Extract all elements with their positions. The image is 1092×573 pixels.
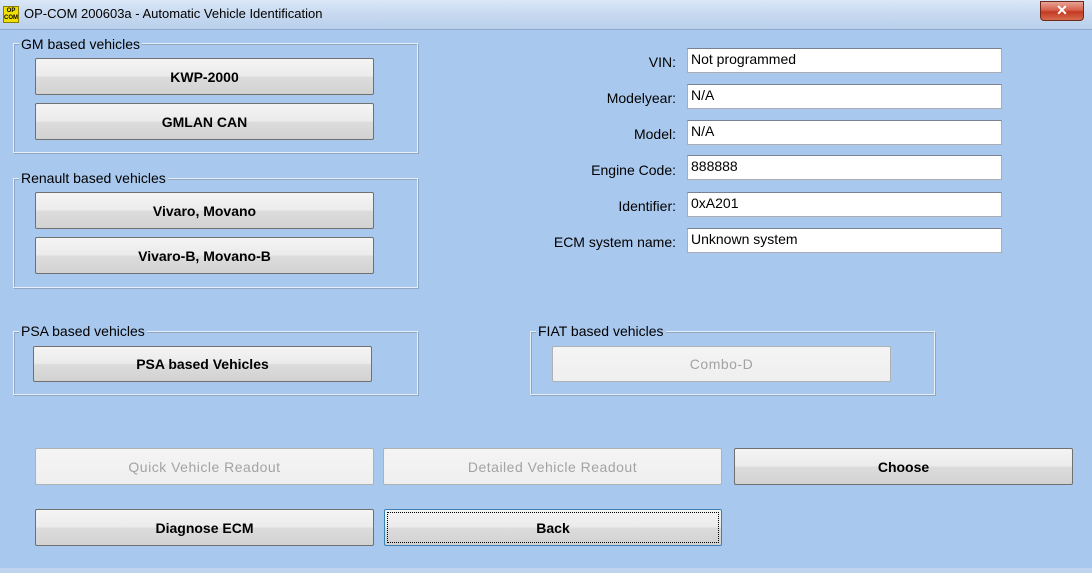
app-icon: OP COM — [3, 6, 19, 23]
vivaro-movano-button[interactable]: Vivaro, Movano — [35, 192, 374, 229]
psa-group-label: PSA based vehicles — [19, 323, 147, 339]
close-button[interactable]: ✕ — [1040, 1, 1084, 21]
window-title: OP-COM 200603a - Automatic Vehicle Ident… — [24, 6, 323, 21]
diagnose-ecm-button[interactable]: Diagnose ECM — [35, 509, 374, 546]
identifier-label: Identifier: — [618, 198, 676, 214]
detailed-vehicle-readout-button[interactable]: Detailed Vehicle Readout — [383, 448, 722, 485]
kwp2000-button-label: KWP-2000 — [170, 68, 239, 85]
ecm-system-name-label: ECM system name: — [553, 234, 676, 250]
vivaro-b-movano-b-button[interactable]: Vivaro-B, Movano-B — [35, 237, 374, 274]
psa-vehicles-button-label: PSA based Vehicles — [136, 356, 269, 372]
gmlan-can-button-label: GMLAN CAN — [161, 113, 248, 130]
ecm-system-name-field[interactable]: Unknown system — [687, 228, 1002, 253]
engine-code-field[interactable]: 888888 — [687, 155, 1002, 180]
choose-button[interactable]: Choose — [734, 448, 1073, 485]
back-button-label: Back — [536, 519, 570, 536]
quick-vehicle-readout-button[interactable]: Quick Vehicle Readout — [35, 448, 374, 485]
modelyear-label: Modelyear: — [606, 90, 676, 106]
choose-button-label: Choose — [877, 458, 930, 475]
main-window: OP COM OP-COM 200603a - Automatic Vehicl… — [0, 0, 1092, 573]
back-button[interactable]: Back — [384, 509, 722, 546]
window-bottom-border — [0, 568, 1092, 573]
identifier-field[interactable]: 0xA201 — [687, 192, 1002, 217]
gm-group-label: GM based vehicles — [19, 36, 143, 52]
engine-code-label: Engine Code: — [591, 162, 676, 178]
vivaro-b-movano-b-button-label: Vivaro-B, Movano-B — [138, 247, 271, 264]
combo-d-button[interactable]: Combo-D — [552, 346, 891, 382]
vin-label: VIN: — [648, 54, 676, 70]
modelyear-field[interactable]: N/A — [687, 84, 1002, 109]
detailed-vehicle-readout-label: Detailed Vehicle Readout — [467, 458, 638, 475]
vin-field[interactable]: Not programmed — [687, 48, 1002, 73]
quick-vehicle-readout-label: Quick Vehicle Readout — [128, 458, 281, 475]
kwp2000-button[interactable]: KWP-2000 — [35, 58, 374, 95]
combo-d-button-label: Combo-D — [689, 356, 754, 372]
model-field[interactable]: N/A — [687, 120, 1002, 145]
title-bar: OP COM OP-COM 200603a - Automatic Vehicl… — [0, 0, 1092, 30]
vivaro-movano-button-label: Vivaro, Movano — [152, 202, 257, 219]
model-label: Model: — [633, 126, 676, 142]
gmlan-can-button[interactable]: GMLAN CAN — [35, 103, 374, 140]
fiat-group-label: FIAT based vehicles — [536, 323, 666, 339]
close-icon: ✕ — [1056, 2, 1068, 18]
diagnose-ecm-button-label: Diagnose ECM — [155, 519, 254, 536]
renault-group-label: Renault based vehicles — [19, 170, 168, 186]
psa-vehicles-button[interactable]: PSA based Vehicles — [33, 346, 372, 382]
